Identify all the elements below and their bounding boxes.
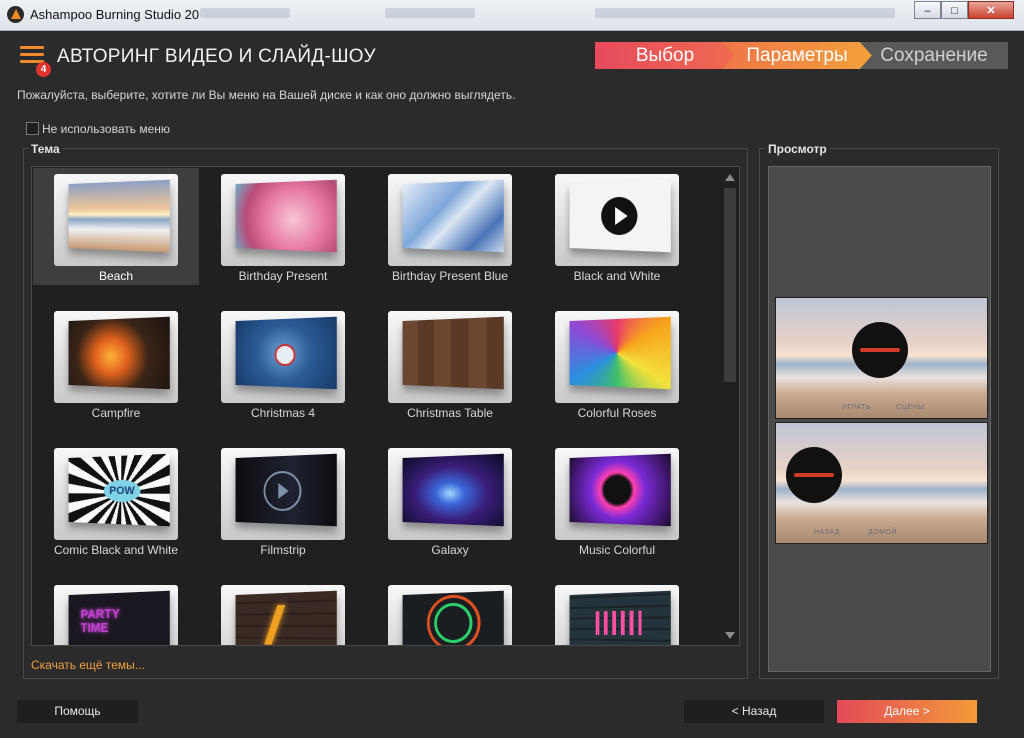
comic-pow-text: POW [103, 479, 141, 503]
theme-name: Birthday Present Blue [391, 269, 509, 283]
theme-name: Black and White [573, 269, 661, 283]
theme-thumbnail [54, 174, 178, 266]
theme-tile-campfire[interactable]: Campfire [33, 305, 199, 422]
theme-list-scrollbar[interactable] [720, 168, 738, 644]
theme-thumbnail [555, 174, 679, 266]
theme-thumbnail [54, 311, 178, 403]
theme-tile-birthday-present[interactable]: Birthday Present [200, 168, 366, 285]
theme-name: Comic Black and White [53, 543, 179, 557]
theme-thumbnail [221, 311, 345, 403]
play-icon [601, 196, 638, 236]
theme-thumbnail [555, 448, 679, 540]
step-parameters[interactable]: Параметры [722, 42, 872, 69]
step-save: Сохранение [860, 42, 1008, 69]
back-button[interactable]: < Назад [684, 700, 824, 723]
theme-tile-colorful-roses[interactable]: Colorful Roses [534, 305, 700, 422]
next-button[interactable]: Далее > [837, 700, 977, 723]
no-menu-checkbox[interactable] [26, 122, 39, 135]
scroll-down-icon[interactable] [725, 632, 735, 639]
theme-name: Birthday Present [238, 269, 328, 283]
theme-thumbnail [555, 585, 679, 645]
theme-thumbnail: POW [54, 448, 178, 540]
preview-main-menu: ИГРАТЬ СЦЕНЫ [775, 297, 988, 419]
theme-name: Campfire [91, 406, 141, 420]
theme-tile-birthday-present-blue[interactable]: Birthday Present Blue [367, 168, 533, 285]
help-button[interactable]: Помощь [17, 700, 138, 723]
close-button[interactable]: ✕ [968, 1, 1014, 19]
play-icon [263, 470, 302, 512]
step-select[interactable]: Выбор [595, 42, 735, 69]
theme-group-label: Тема [28, 142, 63, 156]
theme-thumbnail [221, 448, 345, 540]
preview-label-back: НАЗАД [814, 529, 841, 536]
theme-thumbnail [388, 311, 512, 403]
party-time-text: PARTY TIME [80, 605, 120, 635]
background-blur [385, 8, 475, 18]
scroll-thumb[interactable] [724, 188, 736, 382]
download-more-themes-link[interactable]: Скачать ещё темы... [31, 658, 145, 672]
theme-name: Music Colorful [578, 543, 656, 557]
window-title: Ashampoo Burning Studio 20 [30, 7, 200, 22]
theme-tile-galaxy[interactable]: Galaxy [367, 442, 533, 559]
theme-thumbnail [388, 585, 512, 645]
theme-name: Christmas Table [407, 406, 493, 420]
maximize-button[interactable]: □ [941, 1, 968, 19]
theme-tile-neon-circles[interactable] [367, 579, 533, 645]
theme-name: Beach [98, 269, 134, 283]
preview-label-play: ИГРАТЬ [842, 404, 872, 411]
theme-tile-neon-equalizer[interactable] [534, 579, 700, 645]
theme-tile-black-and-white[interactable]: Black and White [534, 168, 700, 285]
preview-area: ИГРАТЬ СЦЕНЫ НАЗАД ДОМОЙ [768, 166, 991, 672]
instruction-text: Пожалуйста, выберите, хотите ли Вы меню … [17, 88, 516, 102]
theme-tile-filmstrip[interactable]: Filmstrip [200, 442, 366, 559]
background-blur [595, 8, 895, 18]
theme-thumbnail [221, 585, 345, 645]
no-menu-label[interactable]: Не использовать меню [42, 122, 170, 136]
theme-tile-music-colorful[interactable]: Music Colorful [534, 442, 700, 559]
notification-badge: 4 [36, 62, 51, 77]
theme-thumbnail [388, 174, 512, 266]
theme-name: Colorful Roses [577, 406, 657, 420]
preview-label-home: ДОМОЙ [868, 529, 897, 536]
theme-thumbnail [388, 448, 512, 540]
scroll-up-icon[interactable] [725, 174, 735, 181]
theme-name: Galaxy [431, 543, 469, 557]
theme-tile-comic-black-and-white[interactable]: POW Comic Black and White [33, 442, 199, 559]
theme-tile-christmas-table[interactable]: Christmas Table [367, 305, 533, 422]
disc-logo-icon [786, 447, 842, 503]
theme-thumbnail: PARTY TIME [54, 585, 178, 645]
theme-name: Christmas 4 [250, 406, 315, 420]
theme-tile-party[interactable]: PARTY TIME [33, 579, 199, 645]
theme-thumbnail [221, 174, 345, 266]
preview-scene-menu: НАЗАД ДОМОЙ [775, 422, 988, 544]
background-blur [200, 8, 290, 18]
page-title: АВТОРИНГ ВИДЕО И СЛАЙД-ШОУ [57, 46, 376, 67]
theme-tile-beach[interactable]: Beach [33, 168, 199, 285]
disc-logo-icon [852, 322, 908, 378]
theme-tile-christmas-4[interactable]: Christmas 4 [200, 305, 366, 422]
theme-thumbnail [555, 311, 679, 403]
theme-name: Filmstrip [260, 543, 306, 557]
minimize-button[interactable]: – [914, 1, 941, 19]
theme-list: Beach Birthday Present Birthday Present … [31, 166, 740, 646]
theme-tile-neon-brick[interactable] [200, 579, 366, 645]
app-logo-icon [7, 6, 24, 23]
preview-label-scenes: СЦЕНЫ [896, 404, 925, 411]
preview-group-label: Просмотр [765, 142, 830, 156]
